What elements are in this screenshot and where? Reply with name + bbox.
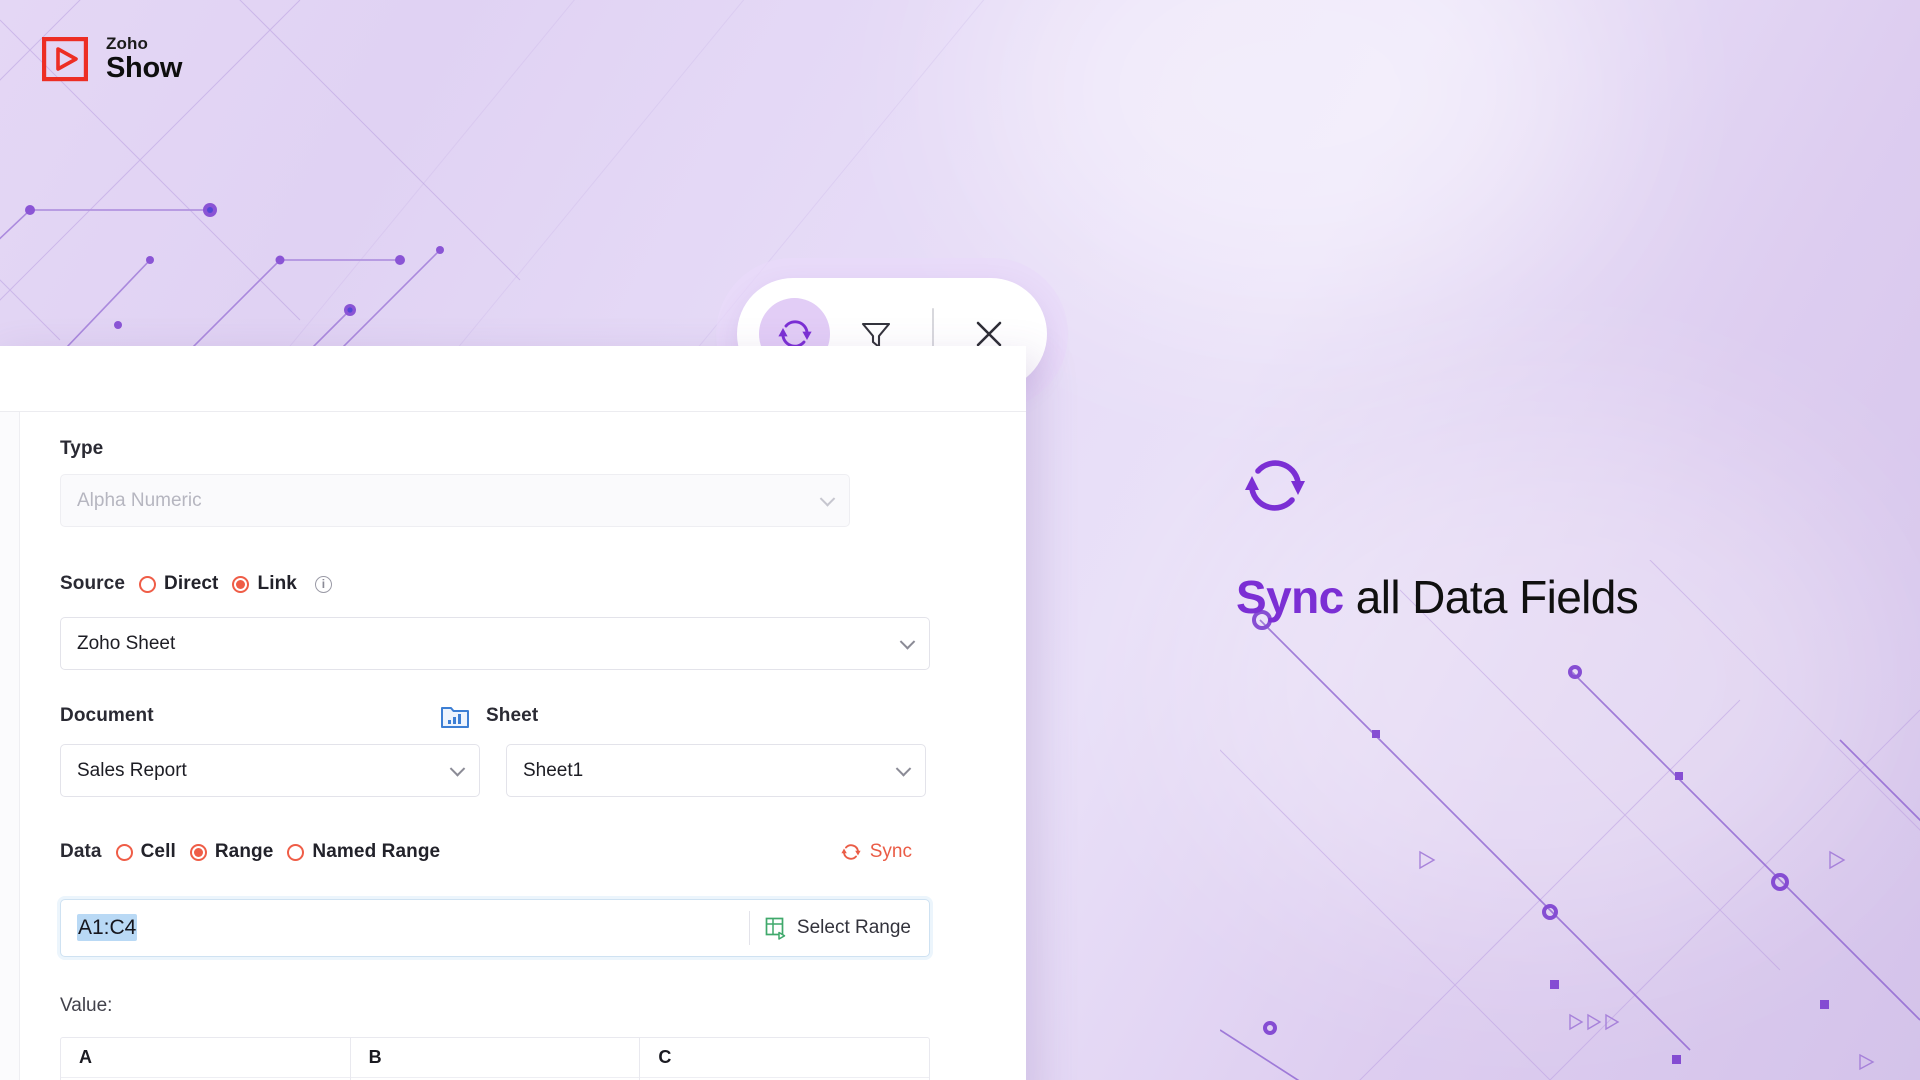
radio-cell-icon — [115, 843, 133, 861]
data-option-cell[interactable]: Cell — [115, 841, 176, 863]
sheet-select[interactable]: Sheet1 — [506, 744, 926, 797]
folder-chart-icon[interactable] — [440, 702, 470, 730]
value-table-header-a: A — [61, 1038, 350, 1078]
source-label: Source — [60, 573, 126, 594]
source-option-link[interactable]: Link — [232, 573, 297, 595]
value-table-header-b: B — [350, 1038, 640, 1078]
source-option-direct-label: Direct — [164, 573, 219, 594]
promo-headline-strong: Sync — [1236, 571, 1344, 623]
info-icon[interactable]: i — [314, 575, 332, 593]
document-sheet-row: Sales Report Sheet1 — [60, 744, 940, 797]
sync-icon — [1245, 460, 1305, 511]
radio-named-range-icon — [287, 843, 305, 861]
promo-headline: Sync all Data Fields — [1236, 570, 1856, 624]
value-table: A B C — [60, 1037, 930, 1080]
data-option-named-range[interactable]: Named Range — [287, 841, 440, 863]
value-table-column: C — [640, 1038, 930, 1080]
promo-block: Sync all Data Fields — [1236, 452, 1856, 624]
source-row: Source Direct Link i — [60, 573, 940, 595]
radio-direct-icon — [139, 575, 157, 593]
logo-show-text: Show — [106, 52, 183, 84]
chevron-down-icon — [895, 760, 912, 777]
data-radio-group: Data Cell Range Named Range — [60, 841, 930, 863]
dialog-form: Type Alpha Numeric Source Direct Link i — [60, 438, 940, 1080]
type-label: Type — [60, 438, 104, 459]
background-glow-top — [980, 0, 1600, 320]
zoho-show-play-icon — [42, 37, 88, 82]
document-select-value: Sales Report — [77, 759, 187, 781]
provider-select[interactable]: Zoho Sheet — [60, 617, 930, 670]
data-option-range[interactable]: Range — [189, 841, 274, 863]
sheet-label: Sheet — [486, 705, 539, 726]
refresh-icon — [841, 844, 861, 860]
value-table-header-c: C — [640, 1038, 930, 1078]
radio-range-icon — [189, 843, 207, 861]
logo-zoho-text: Zoho — [106, 34, 148, 53]
range-input-value: A1:C4 — [77, 914, 138, 941]
promo-headline-rest: all Data Fields — [1343, 571, 1639, 623]
value-label: Value: — [60, 995, 113, 1016]
data-field-dialog: Type Alpha Numeric Source Direct Link i — [0, 346, 1026, 1080]
select-range-button[interactable]: Select Range — [750, 916, 929, 940]
sheet-select-value: Sheet1 — [523, 759, 584, 781]
provider-select-value: Zoho Sheet — [77, 632, 176, 654]
chevron-down-icon — [449, 760, 466, 777]
range-input-wrapper[interactable]: A1:C4 Select Range — [60, 899, 930, 957]
value-table-column: B — [350, 1038, 641, 1080]
chevron-down-icon — [899, 633, 916, 650]
app-background: Zoho Show Sync all Data Fields Type Alph… — [0, 0, 1920, 1080]
document-sheet-labels: Document Sheet — [60, 702, 940, 730]
source-option-link-label: Link — [257, 573, 297, 594]
data-option-range-label: Range — [214, 841, 274, 862]
value-table-column: A — [61, 1038, 351, 1080]
select-range-label: Select Range — [796, 917, 911, 938]
range-input[interactable]: A1:C4 — [61, 914, 749, 941]
data-option-named-range-label: Named Range — [312, 841, 441, 862]
sync-link[interactable]: Sync — [840, 841, 912, 863]
data-row: Data Cell Range Named Range Sync — [60, 841, 930, 863]
type-select-value: Alpha Numeric — [77, 489, 202, 511]
document-label: Document — [60, 705, 154, 726]
dialog-side-rail — [0, 412, 20, 1080]
radio-link-icon — [232, 575, 250, 593]
type-select[interactable]: Alpha Numeric — [60, 474, 850, 527]
zoho-show-logo: Zoho Show — [38, 32, 182, 86]
dialog-header-bar — [0, 346, 1026, 412]
document-select[interactable]: Sales Report — [60, 744, 480, 797]
data-label: Data — [60, 841, 102, 862]
chevron-down-icon — [819, 490, 836, 507]
grid-select-icon — [765, 917, 786, 940]
source-option-direct[interactable]: Direct — [139, 573, 218, 595]
decorative-network-bottom-right — [1220, 560, 1920, 1080]
sync-link-label: Sync — [869, 841, 912, 862]
data-option-cell-label: Cell — [140, 841, 176, 862]
